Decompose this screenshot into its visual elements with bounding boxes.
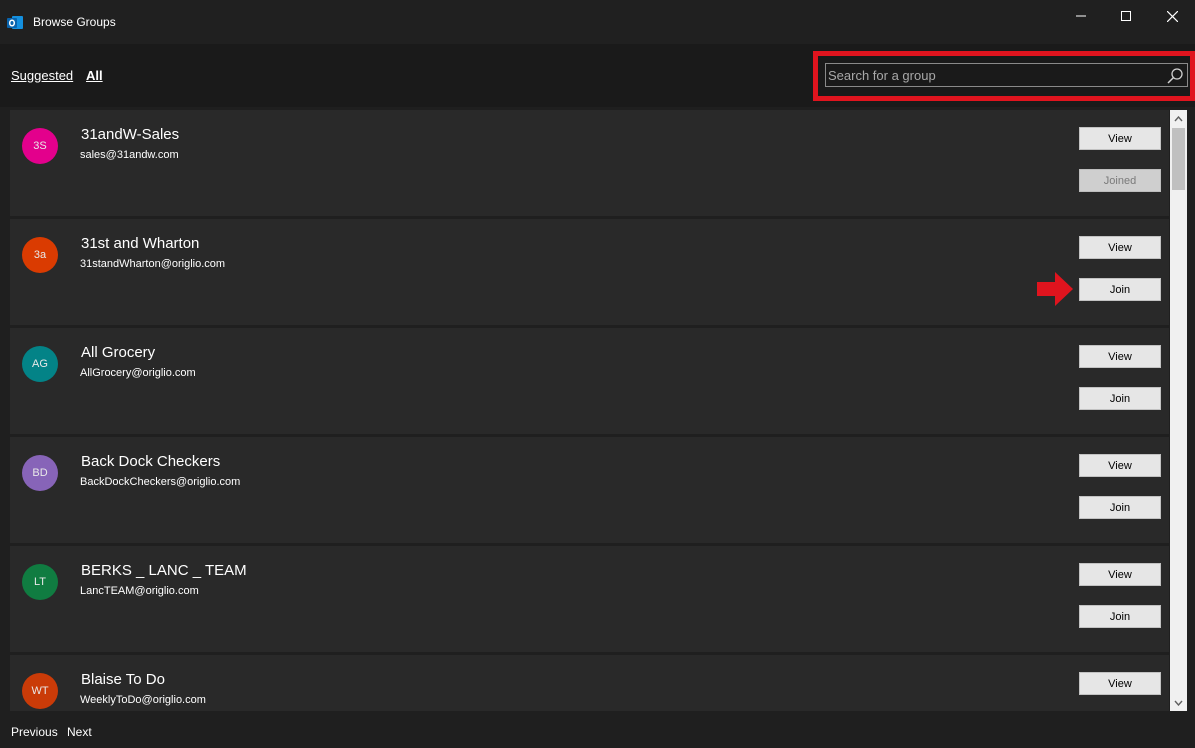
joined-button: Joined bbox=[1079, 169, 1161, 192]
group-email: AllGrocery@origlio.com bbox=[80, 367, 196, 379]
arrow-right-icon bbox=[1037, 272, 1073, 306]
scroll-up-button[interactable] bbox=[1170, 110, 1187, 127]
window-title: Browse Groups bbox=[33, 15, 116, 29]
scroll-down-button[interactable] bbox=[1170, 694, 1187, 711]
minimize-icon bbox=[1076, 15, 1086, 17]
group-card: AG All Grocery AllGrocery@origlio.com Vi… bbox=[10, 328, 1169, 434]
avatar: BD bbox=[22, 455, 58, 491]
avatar: WT bbox=[22, 673, 58, 709]
browse-groups-window: Browse Groups Suggested All Search for a… bbox=[0, 0, 1195, 748]
title-bar: Browse Groups bbox=[0, 0, 1195, 45]
chevron-up-icon bbox=[1174, 115, 1183, 121]
group-name: All Grocery bbox=[81, 344, 156, 361]
join-button[interactable]: Join bbox=[1079, 278, 1161, 301]
vertical-scrollbar[interactable] bbox=[1170, 110, 1187, 711]
view-button[interactable]: View bbox=[1079, 454, 1161, 477]
avatar: AG bbox=[22, 346, 58, 382]
group-card: 3a 31st and Wharton 31standWharton@origl… bbox=[10, 219, 1169, 325]
group-card: WT Blaise To Do WeeklyToDo@origlio.com V… bbox=[10, 655, 1169, 711]
group-name: 31st and Wharton bbox=[81, 235, 200, 252]
view-button[interactable]: View bbox=[1079, 127, 1161, 150]
join-button[interactable]: Join bbox=[1079, 496, 1161, 519]
maximize-button[interactable] bbox=[1103, 0, 1149, 32]
search-input[interactable] bbox=[828, 66, 1158, 84]
group-email: BackDockCheckers@origlio.com bbox=[80, 476, 241, 488]
group-name: Back Dock Checkers bbox=[81, 453, 221, 470]
avatar: 3a bbox=[22, 237, 58, 273]
group-card: LT BERKS _ LANC _ TEAM LancTEAM@origlio.… bbox=[10, 546, 1169, 652]
minimize-button[interactable] bbox=[1058, 0, 1104, 32]
scroll-thumb[interactable] bbox=[1172, 128, 1185, 190]
search-box[interactable] bbox=[825, 63, 1188, 87]
group-name: BERKS _ LANC _ TEAM bbox=[81, 562, 247, 579]
group-list: 3S 31andW-Sales sales@31andw.com View Jo… bbox=[10, 110, 1170, 711]
tab-all[interactable]: All bbox=[86, 68, 103, 83]
group-email: LancTEAM@origlio.com bbox=[80, 585, 199, 597]
group-name: 31andW-Sales bbox=[81, 126, 180, 143]
next-link[interactable]: Next bbox=[67, 725, 92, 739]
group-email: sales@31andw.com bbox=[80, 149, 179, 161]
group-email: 31standWharton@origlio.com bbox=[80, 258, 226, 270]
view-button[interactable]: View bbox=[1079, 236, 1161, 259]
pagination-footer: Previous Next bbox=[0, 711, 1195, 748]
outlook-icon bbox=[7, 14, 24, 31]
group-card: 3S 31andW-Sales sales@31andw.com View Jo… bbox=[10, 110, 1169, 216]
view-button[interactable]: View bbox=[1079, 563, 1161, 586]
maximize-icon bbox=[1121, 11, 1131, 21]
join-button[interactable]: Join bbox=[1079, 605, 1161, 628]
close-icon bbox=[1166, 10, 1178, 22]
search-icon[interactable] bbox=[1166, 67, 1184, 85]
view-button[interactable]: View bbox=[1079, 672, 1161, 695]
previous-link[interactable]: Previous bbox=[11, 725, 58, 739]
chevron-down-icon bbox=[1174, 700, 1183, 706]
group-email: WeeklyToDo@origlio.com bbox=[80, 694, 206, 706]
join-button[interactable]: Join bbox=[1079, 387, 1161, 410]
group-card: BD Back Dock Checkers BackDockCheckers@o… bbox=[10, 437, 1169, 543]
group-name: Blaise To Do bbox=[81, 671, 165, 688]
tab-suggested[interactable]: Suggested bbox=[11, 68, 73, 83]
view-button[interactable]: View bbox=[1079, 345, 1161, 368]
close-button[interactable] bbox=[1149, 0, 1195, 32]
avatar: 3S bbox=[22, 128, 58, 164]
avatar: LT bbox=[22, 564, 58, 600]
toolbar: Suggested All bbox=[0, 45, 1195, 107]
